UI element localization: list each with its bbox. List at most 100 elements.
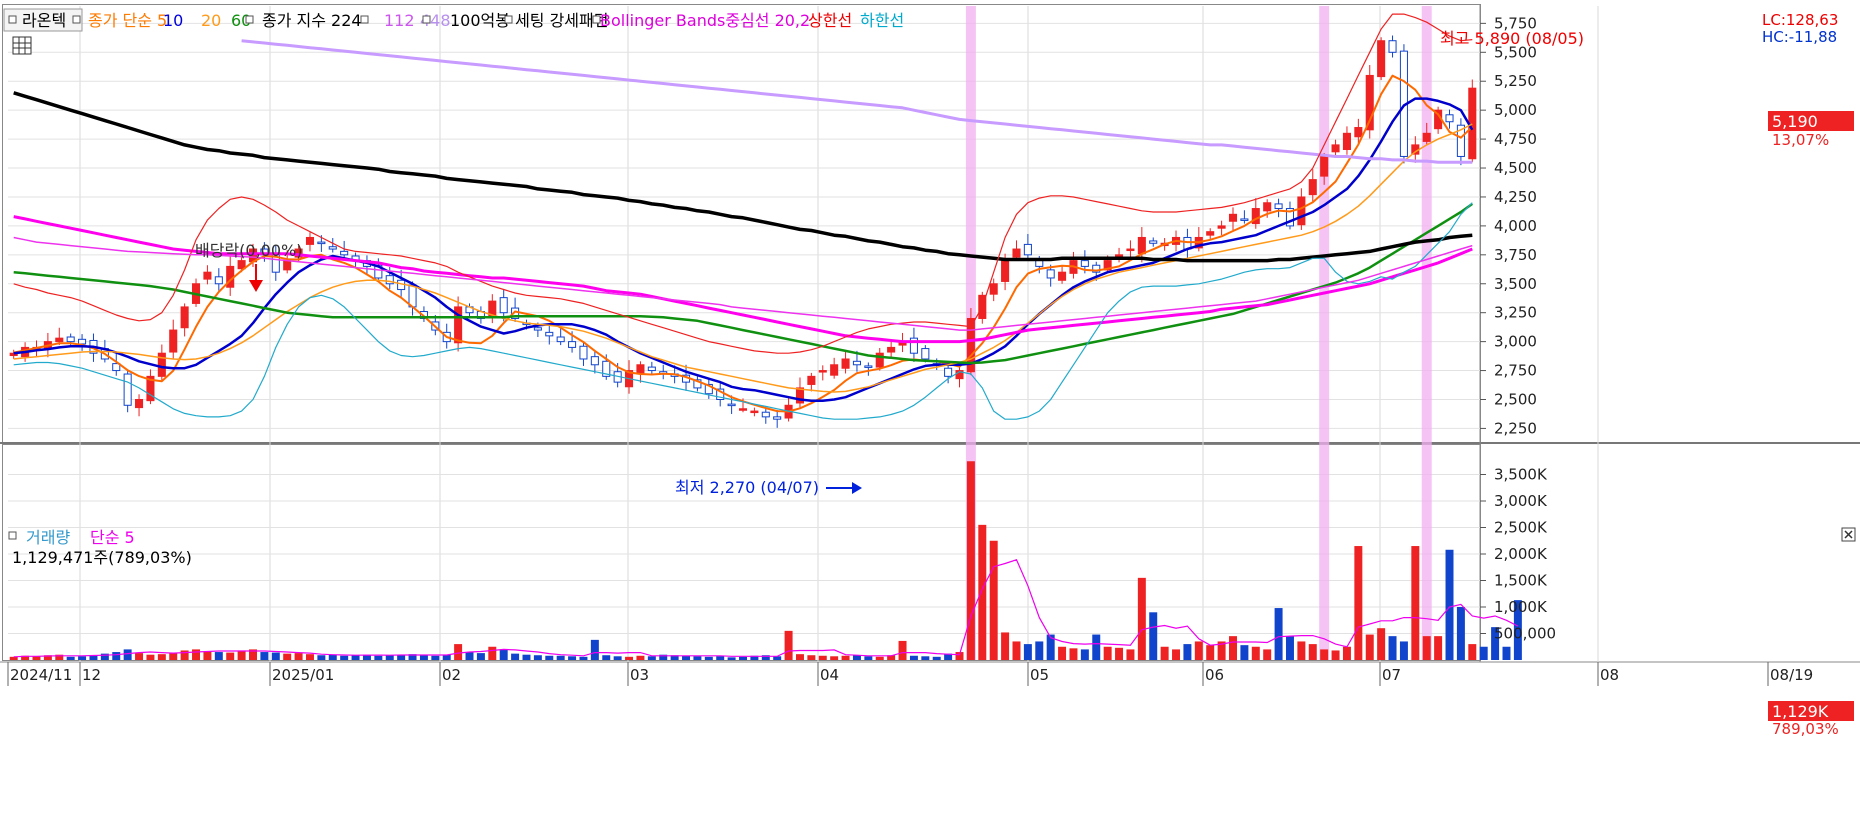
legend-item[interactable]: 하한선 [860,11,904,30]
volume-bar [795,654,804,660]
volume-bar [1399,641,1408,660]
volume-bar [1388,636,1397,660]
candle [864,365,873,368]
volume-bar [1456,607,1465,660]
y-tick-label: 4,500 [1494,159,1537,177]
volume-bar [1377,628,1386,660]
volume-bar [1297,641,1306,660]
volume-bar [454,644,463,660]
legend-item[interactable]: 100억봉 세팅 강세패턴 [450,11,608,30]
legend-item[interactable]: 20 [201,11,221,30]
candle [852,360,861,366]
volume-bar [716,656,725,660]
volume-bar [875,656,884,660]
candle [157,352,166,377]
volume-bar [511,653,520,660]
volume-info: 1,129,471주(789,03%) [12,548,192,567]
panel-close-icon[interactable] [1841,527,1856,542]
current-volume: 1,129K [1772,702,1829,721]
x-tick-label: 2024/11 [10,666,72,684]
volume-legend-item[interactable]: 거래량 [26,528,70,547]
volume-bar [1263,649,1272,660]
legend-item[interactable]: 종가 지수 224 [262,11,362,30]
candle [66,336,75,343]
volume-bar [89,655,98,660]
candle [1126,248,1135,252]
volume-bar [1468,644,1477,660]
candle [1342,132,1351,151]
candle [1240,218,1249,221]
candle [1228,213,1238,222]
volume-bar [1137,577,1146,660]
legend-square-icon [504,15,513,24]
candle [556,336,565,343]
volume-bar [1058,646,1067,660]
x-tick-label: 08 [1600,666,1619,684]
candle [773,416,782,420]
volume-legend-item[interactable]: 단순 5 [90,528,135,547]
volume-bar [556,655,565,660]
x-tick-label: 2025/01 [272,666,334,684]
volume-bar [909,655,918,660]
volume-bar [385,655,394,660]
volume-bar [636,655,645,660]
candle [1320,155,1329,177]
legend-item[interactable]: 112 [384,11,415,30]
volume-bar [1274,608,1283,660]
volume-bar [1172,649,1181,660]
candle [123,373,132,406]
volume-bar [932,656,941,660]
volume-bar [625,656,634,660]
candle [1331,144,1340,153]
candle [169,329,178,353]
volume-bar [488,646,497,660]
volume-bar [1206,645,1215,660]
volume-bar [1308,644,1317,660]
volume-bar [727,657,736,660]
volume-bar [146,654,155,660]
volume-bar [1331,650,1340,660]
legend-square-icon [72,15,81,24]
candle [944,367,953,377]
y-tick-label: 3,000 [1494,333,1537,351]
volume-bar [226,652,235,660]
volume-bar [784,630,793,660]
y-tick-label: 3,750 [1494,246,1537,264]
volume-bar [1194,641,1203,660]
candle [738,408,748,411]
candle [647,366,656,372]
legend-item[interactable]: 10 [163,11,183,30]
y-tick-label: 3,500 [1494,275,1537,293]
candle [579,345,588,360]
candle [590,356,599,366]
table-icon[interactable] [12,36,32,55]
x-tick-label: 04 [820,666,839,684]
volume-bar [807,655,816,660]
volume-bar [1422,636,1431,660]
volume-bar [66,656,75,660]
y-tick-label: 5,250 [1494,72,1537,90]
volume-bar [1240,645,1249,660]
candle [1058,271,1067,281]
legend-item[interactable]: Bollinger Bands중심선 20,2 [600,11,810,30]
candle [1149,240,1158,244]
stock-chart[interactable]: 2024/11 12 2025/01 02 03 04 05 06 07 08 08/19 2,250… [0,0,1860,815]
legend-item[interactable]: 상한선 [808,11,852,30]
volume-bar [1023,644,1032,660]
volume-bar [989,540,998,660]
volume-bar [864,656,873,660]
candle [499,297,508,314]
stock-name[interactable]: 라온텍 [22,11,66,30]
volume-bar [1320,649,1329,660]
volume-bar [351,655,360,660]
chart-canvas[interactable]: 2024/11 12 2025/01 02 03 04 05 06 07 08 08/19 2,250… [0,0,1860,815]
volume-bar [1445,549,1454,660]
candle [533,327,542,331]
x-tick-label: 07 [1382,666,1401,684]
legend-item[interactable]: 종가 단순 5 [88,11,167,30]
volume-change: 789,03% [1772,720,1839,738]
volume-bar [830,656,839,660]
candle [1297,196,1306,226]
candle [1046,269,1055,279]
candle [317,241,326,245]
